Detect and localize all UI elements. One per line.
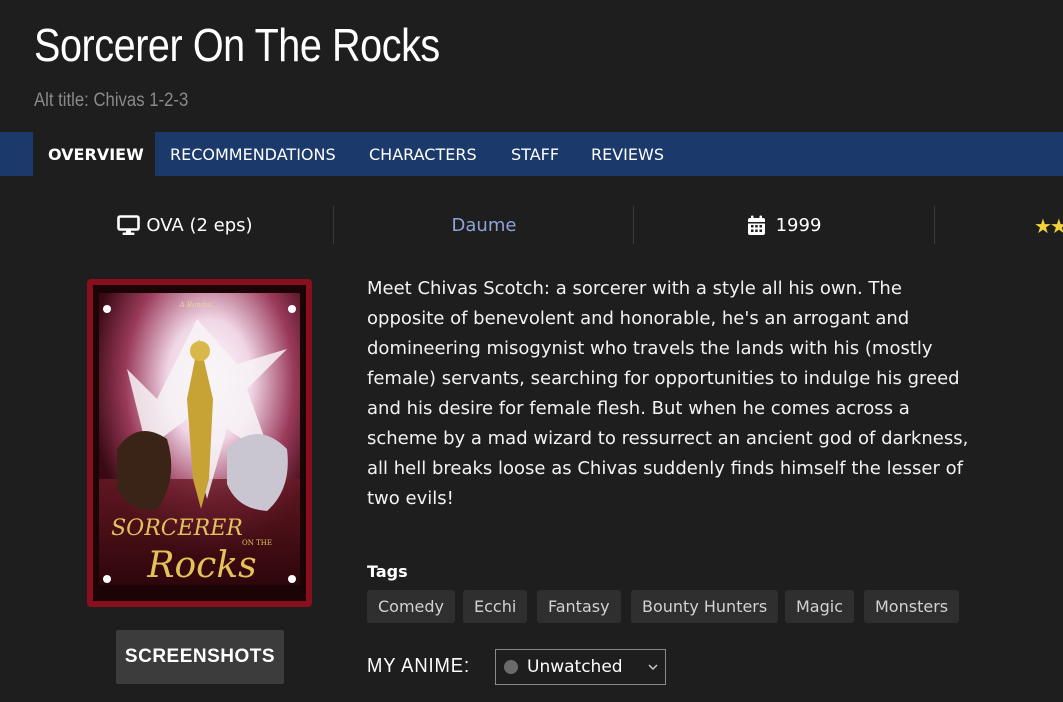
- tab-overview[interactable]: OVERVIEW: [33, 132, 155, 176]
- tags-heading: Tags: [367, 562, 408, 581]
- calendar-icon: [747, 215, 766, 236]
- stat-divider: [934, 206, 935, 244]
- monitor-icon: [117, 214, 141, 236]
- chevron-down-icon: [647, 659, 659, 680]
- tag-magic[interactable]: Magic: [785, 590, 855, 623]
- tag-fantasy[interactable]: Fantasy: [537, 590, 621, 623]
- year-label: 1999: [775, 214, 822, 236]
- screenshots-button[interactable]: SCREENSHOTS: [116, 630, 284, 684]
- tag-monsters[interactable]: Monsters: [864, 590, 960, 623]
- tab-recommendations[interactable]: RECOMMENDATIONS: [170, 132, 336, 176]
- synopsis: Meet Chivas Scotch: a sorcerer with a st…: [367, 278, 969, 509]
- info-stats: OVA (2 eps) Daume 1999: [0, 206, 1063, 244]
- page-title: Sorcerer On The Rocks: [34, 19, 440, 71]
- tab-reviews[interactable]: REVIEWS: [591, 132, 664, 176]
- tab-characters[interactable]: CHARACTERS: [369, 132, 477, 176]
- tab-bar: OVERVIEW RECOMMENDATIONS CHARACTERS STAF…: [0, 132, 1063, 176]
- stat-divider: [633, 206, 634, 244]
- year-stat: 1999: [636, 206, 932, 244]
- cover-top-text: A Bandai...: [179, 301, 219, 309]
- cover-title-line1: SORCERER: [111, 516, 243, 541]
- stat-divider: [333, 206, 334, 244]
- tag-comedy[interactable]: Comedy: [367, 590, 456, 623]
- studio-link[interactable]: Daume: [336, 206, 632, 244]
- my-anime-label: MY ANIME:: [367, 655, 471, 677]
- status-dot-icon: [504, 660, 518, 674]
- cover-title-line3: Rocks: [146, 545, 256, 586]
- star-icon: ★★: [1034, 214, 1063, 238]
- alt-title: Alt title: Chivas 1-2-3: [34, 90, 189, 111]
- watch-status-value: Unwatched: [527, 657, 623, 677]
- cover-image[interactable]: A Bandai... SORCERER ON THE Rocks: [87, 279, 312, 607]
- tab-staff[interactable]: STAFF: [511, 132, 559, 176]
- tag-ecchi[interactable]: Ecchi: [463, 590, 528, 623]
- tag-bounty-hunters[interactable]: Bounty Hunters: [631, 590, 779, 623]
- watch-status-select[interactable]: Unwatched: [495, 649, 666, 685]
- type-stat: OVA (2 eps): [40, 206, 330, 244]
- type-label: OVA (2 eps): [146, 214, 253, 236]
